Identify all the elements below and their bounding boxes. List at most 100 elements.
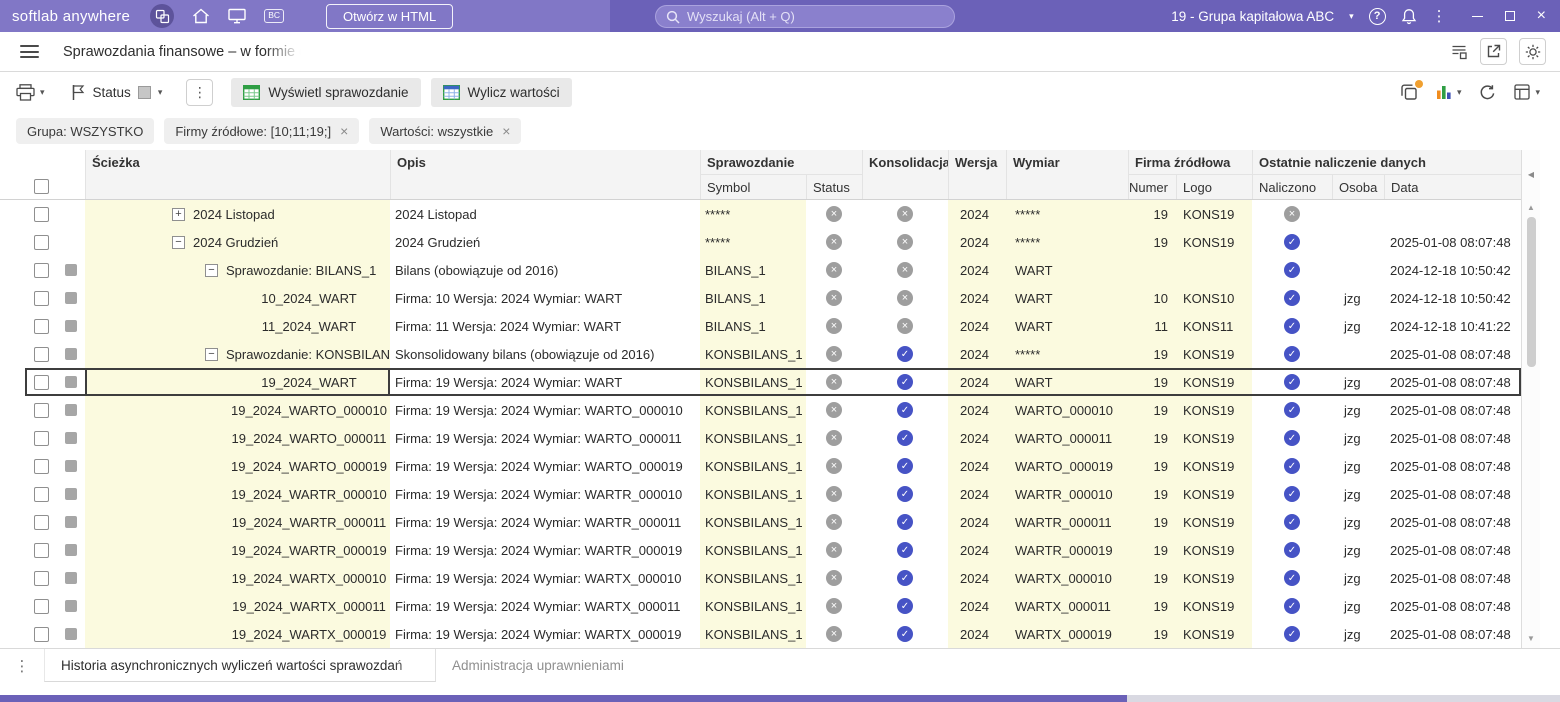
- path-cell[interactable]: 19_2024_WARTR_000010: [85, 480, 390, 508]
- row-checkbox[interactable]: [34, 207, 49, 222]
- more-actions-button[interactable]: ⋮: [186, 79, 213, 106]
- path-cell[interactable]: −Sprawozdanie: KONSBILANS_1: [85, 340, 390, 368]
- side-panel-icon[interactable]: [1450, 44, 1468, 60]
- collapse-panel-icon[interactable]: ◀: [1522, 150, 1540, 199]
- filter-chip-firmy-zrodlowe[interactable]: Firmy źródłowe: [10;11;19;] ×: [164, 118, 359, 144]
- col-osoba[interactable]: Osoba: [1332, 174, 1384, 199]
- path-cell[interactable]: 19_2024_WARTO_000010: [85, 396, 390, 424]
- scroll-up-icon[interactable]: ▲: [1527, 199, 1535, 217]
- table-row[interactable]: 19_2024_WARTR_000010Firma: 19 Wersja: 20…: [0, 480, 1521, 508]
- table-row[interactable]: 11_2024_WARTFirma: 11 Wersja: 2024 Wymia…: [0, 312, 1521, 340]
- help-icon[interactable]: ?: [1369, 8, 1386, 25]
- notifications-bell-icon[interactable]: [1401, 8, 1417, 25]
- row-checkbox[interactable]: [34, 431, 49, 446]
- show-report-button[interactable]: Wyświetl sprawozdanie: [231, 78, 420, 107]
- print-button[interactable]: ▾: [16, 84, 45, 101]
- table-row[interactable]: −2024 Grudzień2024 Grudzień*****××2024**…: [0, 228, 1521, 256]
- close-icon[interactable]: ×: [340, 124, 348, 138]
- home-icon[interactable]: [192, 8, 210, 24]
- col-symbol[interactable]: Symbol: [700, 174, 806, 199]
- tab-historia-wyliczen[interactable]: Historia asynchronicznych wyliczeń warto…: [44, 649, 436, 682]
- table-row[interactable]: 19_2024_WARTO_000011Firma: 19 Wersja: 20…: [0, 424, 1521, 452]
- col-ostatnie-naliczenie[interactable]: Ostatnie naliczenie danych: [1252, 150, 1521, 174]
- tree-collapse-icon[interactable]: −: [172, 236, 185, 249]
- path-cell[interactable]: 19_2024_WARTO_000019: [85, 452, 390, 480]
- monitor-icon[interactable]: [228, 8, 246, 24]
- scroll-down-icon[interactable]: ▼: [1527, 630, 1535, 648]
- tree-expand-icon[interactable]: +: [172, 208, 185, 221]
- col-naliczono[interactable]: Naliczono: [1252, 174, 1332, 199]
- kebab-menu-icon[interactable]: ⋮: [1432, 9, 1447, 24]
- status-filter[interactable]: Status ▾: [71, 84, 163, 101]
- col-numer[interactable]: Numer: [1128, 174, 1176, 199]
- search-input[interactable]: [687, 9, 944, 24]
- table-row[interactable]: 19_2024_WARTO_000010Firma: 19 Wersja: 20…: [0, 396, 1521, 424]
- row-checkbox[interactable]: [34, 263, 49, 278]
- window-maximize-button[interactable]: [1505, 11, 1515, 21]
- row-checkbox[interactable]: [34, 459, 49, 474]
- status-color-swatch[interactable]: [138, 86, 151, 99]
- path-cell[interactable]: 19_2024_WART: [85, 368, 390, 396]
- path-cell[interactable]: −Sprawozdanie: BILANS_1: [85, 256, 390, 284]
- window-close-button[interactable]: ×: [1537, 8, 1546, 24]
- row-checkbox[interactable]: [34, 599, 49, 614]
- row-checkbox[interactable]: [34, 543, 49, 558]
- col-data[interactable]: Data: [1384, 174, 1521, 199]
- refresh-button[interactable]: [1479, 84, 1496, 101]
- path-cell[interactable]: −2024 Grudzień: [85, 228, 390, 256]
- col-opis[interactable]: Opis: [390, 150, 700, 199]
- path-cell[interactable]: 19_2024_WARTX_000011: [85, 592, 390, 620]
- global-search[interactable]: [655, 5, 955, 28]
- filter-chip-grupa[interactable]: Grupa: WSZYSTKO: [16, 118, 154, 144]
- close-icon[interactable]: ×: [502, 124, 510, 138]
- col-sprawozdanie[interactable]: Sprawozdanie: [700, 150, 862, 174]
- table-row[interactable]: 19_2024_WARTX_000019Firma: 19 Wersja: 20…: [0, 620, 1521, 648]
- bottom-kebab-icon[interactable]: ⋮: [0, 649, 44, 682]
- path-cell[interactable]: 19_2024_WARTO_000011: [85, 424, 390, 452]
- window-minimize-button[interactable]: [1472, 16, 1483, 17]
- table-row[interactable]: −Sprawozdanie: BILANS_1Bilans (obowiązuj…: [0, 256, 1521, 284]
- path-cell[interactable]: 19_2024_WARTR_000019: [85, 536, 390, 564]
- row-checkbox[interactable]: [34, 235, 49, 250]
- path-cell[interactable]: +2024 Listopad: [85, 200, 390, 228]
- context-selector[interactable]: 19 - Grupa kapitałowa ABC: [1171, 9, 1334, 24]
- path-cell[interactable]: 10_2024_WART: [85, 284, 390, 312]
- tab-sprawozdania-finansowe[interactable]: Sprawozdania finansowe – w formie d: [63, 32, 307, 71]
- col-wymiar[interactable]: Wymiar: [1006, 150, 1128, 199]
- calculate-values-button[interactable]: Wylicz wartości: [431, 78, 572, 107]
- row-checkbox[interactable]: [34, 291, 49, 306]
- col-konsolidacja[interactable]: Konsolidacja: [862, 150, 948, 199]
- table-row[interactable]: 19_2024_WARTR_000011Firma: 19 Wersja: 20…: [0, 508, 1521, 536]
- share-button[interactable]: [1480, 38, 1507, 65]
- path-cell[interactable]: 19_2024_WARTX_000019: [85, 620, 390, 648]
- apps-icon[interactable]: [150, 4, 174, 28]
- row-checkbox[interactable]: [34, 347, 49, 362]
- table-row[interactable]: −Sprawozdanie: KONSBILANS_1Skonsolidowan…: [0, 340, 1521, 368]
- row-checkbox[interactable]: [34, 319, 49, 334]
- path-cell[interactable]: 11_2024_WART: [85, 312, 390, 340]
- chevron-down-icon[interactable]: ▾: [1349, 12, 1354, 21]
- col-logo[interactable]: Logo: [1176, 174, 1252, 199]
- col-wersja[interactable]: Wersja: [948, 150, 1006, 199]
- row-checkbox[interactable]: [34, 571, 49, 586]
- bc-icon[interactable]: BC: [264, 9, 284, 22]
- grid-settings-button[interactable]: ▾: [1514, 84, 1540, 100]
- row-checkbox[interactable]: [34, 487, 49, 502]
- col-status[interactable]: Status: [806, 174, 862, 199]
- path-cell[interactable]: 19_2024_WARTR_000011: [85, 508, 390, 536]
- row-checkbox[interactable]: [34, 515, 49, 530]
- tree-collapse-icon[interactable]: −: [205, 348, 218, 361]
- filter-chip-wartosci[interactable]: Wartości: wszystkie ×: [369, 118, 521, 144]
- table-row[interactable]: 19_2024_WARTX_000011Firma: 19 Wersja: 20…: [0, 592, 1521, 620]
- table-row[interactable]: 19_2024_WARTFirma: 19 Wersja: 2024 Wymia…: [0, 368, 1521, 396]
- select-all-cell[interactable]: [25, 174, 57, 199]
- row-checkbox[interactable]: [34, 403, 49, 418]
- table-row[interactable]: 19_2024_WARTR_000019Firma: 19 Wersja: 20…: [0, 536, 1521, 564]
- display-settings-sun-button[interactable]: [1519, 38, 1546, 65]
- table-row[interactable]: 19_2024_WARTX_000010Firma: 19 Wersja: 20…: [0, 564, 1521, 592]
- row-checkbox[interactable]: [34, 627, 49, 642]
- tree-collapse-icon[interactable]: −: [205, 264, 218, 277]
- scrollbar-thumb[interactable]: [1527, 217, 1536, 367]
- path-cell[interactable]: 19_2024_WARTX_000010: [85, 564, 390, 592]
- hamburger-menu-icon[interactable]: [20, 45, 39, 58]
